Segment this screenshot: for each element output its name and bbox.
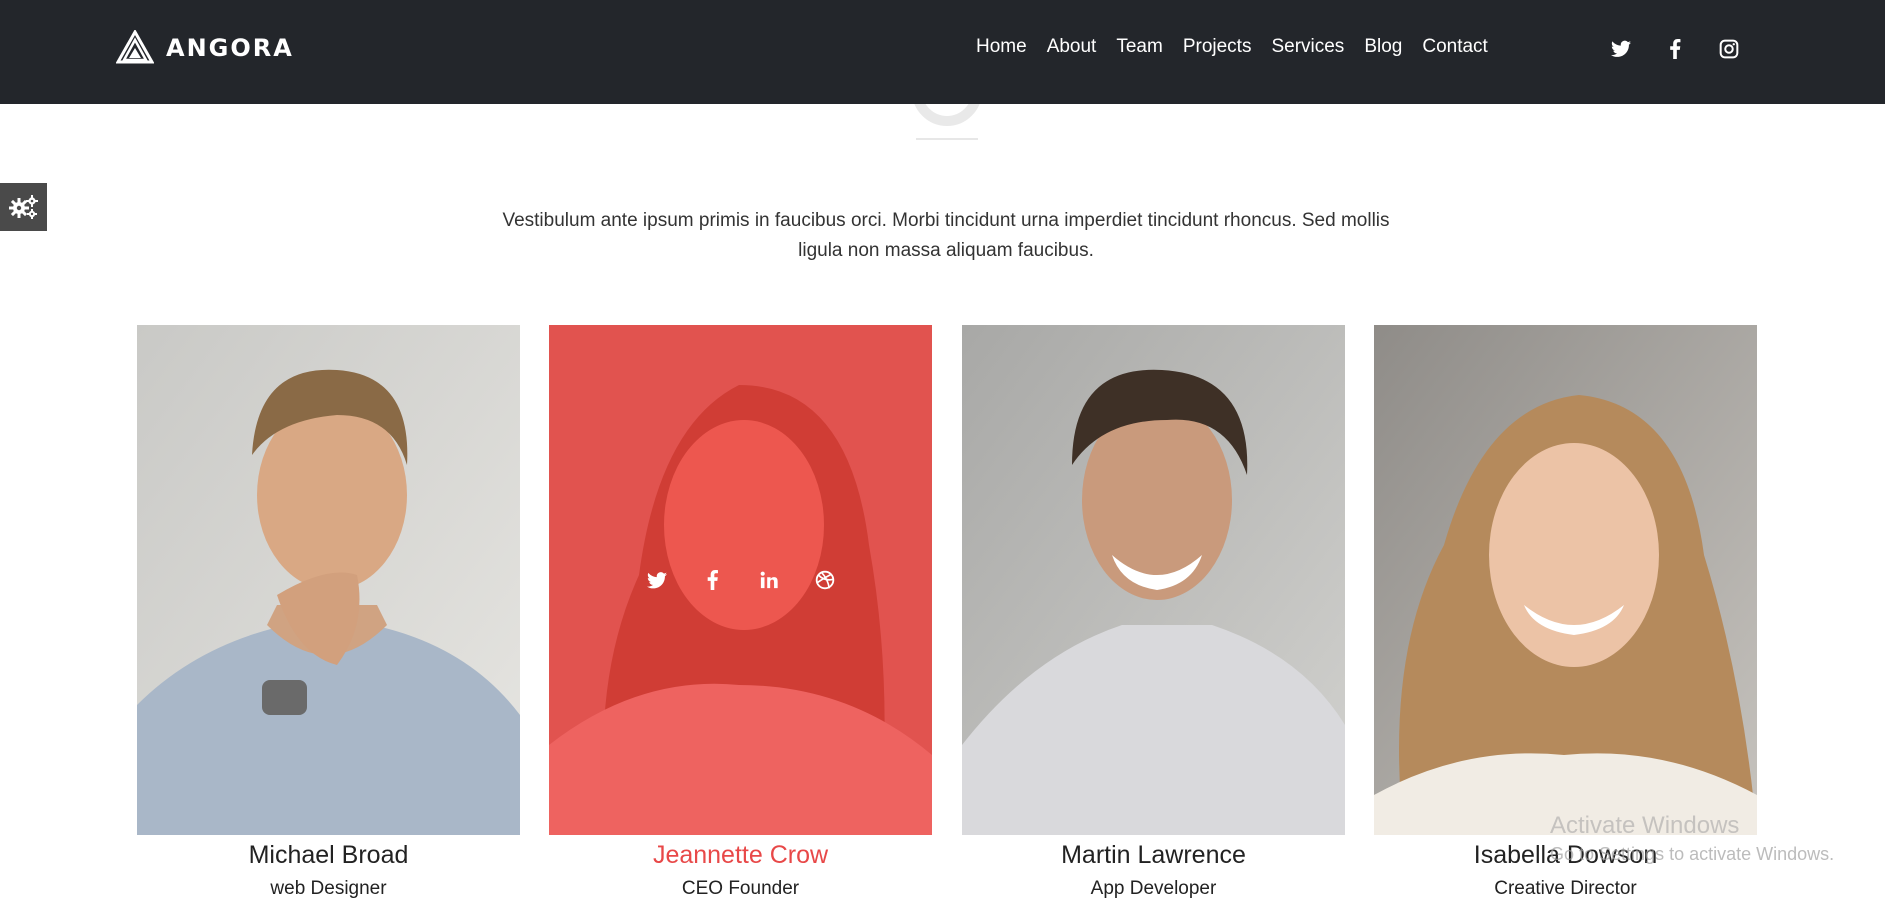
facebook-icon[interactable]	[701, 568, 725, 592]
windows-activation-title: Activate Windows	[1550, 812, 1740, 839]
team-card[interactable]: Michael Broad web Designer	[137, 325, 520, 900]
instagram-icon[interactable]	[1716, 36, 1742, 62]
linkedin-icon[interactable]	[757, 568, 781, 592]
team-photo	[137, 325, 520, 835]
team-photo	[1374, 325, 1757, 835]
brand-logo[interactable]: ANGORA	[116, 30, 294, 66]
section-intro: Vestibulum ante ipsum primis in faucibus…	[460, 206, 1432, 266]
gears-icon	[8, 195, 38, 219]
twitter-icon[interactable]	[645, 568, 669, 592]
brand-name: ANGORA	[166, 34, 294, 62]
intro-line-1: Vestibulum ante ipsum primis in faucibus…	[502, 210, 1390, 231]
member-role: web Designer	[270, 878, 387, 899]
settings-toggle[interactable]	[0, 183, 47, 231]
main-nav: Home About Team Projects Services Blog C…	[976, 36, 1508, 58]
section-divider	[916, 138, 978, 140]
member-role: CEO Founder	[681, 878, 800, 899]
team-photo	[549, 325, 932, 835]
portrait-image	[137, 325, 520, 835]
social-overlay	[549, 325, 932, 835]
team-photo	[962, 325, 1345, 835]
intro-line-2: ligula non massa aliquam faucibus.	[798, 240, 1094, 261]
logo-icon	[116, 30, 154, 64]
nav-services[interactable]: Services	[1271, 36, 1344, 58]
portrait-image	[962, 325, 1345, 835]
nav-contact[interactable]: Contact	[1422, 36, 1487, 58]
nav-projects[interactable]: Projects	[1183, 36, 1252, 58]
team-card[interactable]: Martin Lawrence App Developer	[962, 325, 1345, 900]
navbar: ANGORA Home About Team Projects Services…	[0, 0, 1885, 104]
nav-team[interactable]: Team	[1116, 36, 1162, 58]
member-name[interactable]: Michael Broad	[137, 841, 520, 870]
nav-blog[interactable]: Blog	[1364, 36, 1402, 58]
team-card-active[interactable]: Jeannette Crow CEO Founder	[549, 325, 932, 900]
member-role: App Developer	[1090, 878, 1217, 899]
nav-about[interactable]: About	[1047, 36, 1097, 58]
member-name[interactable]: Jeannette Crow	[549, 841, 932, 870]
member-role: Creative Director	[1494, 878, 1637, 899]
portrait-image	[1374, 325, 1757, 835]
twitter-icon[interactable]	[1608, 36, 1634, 62]
windows-activation-subtitle: Go to Settings to activate Windows.	[1550, 844, 1835, 864]
dribbble-icon[interactable]	[813, 568, 837, 592]
member-name[interactable]: Martin Lawrence	[962, 841, 1345, 870]
facebook-icon[interactable]	[1662, 36, 1688, 62]
nav-home[interactable]: Home	[976, 36, 1027, 58]
